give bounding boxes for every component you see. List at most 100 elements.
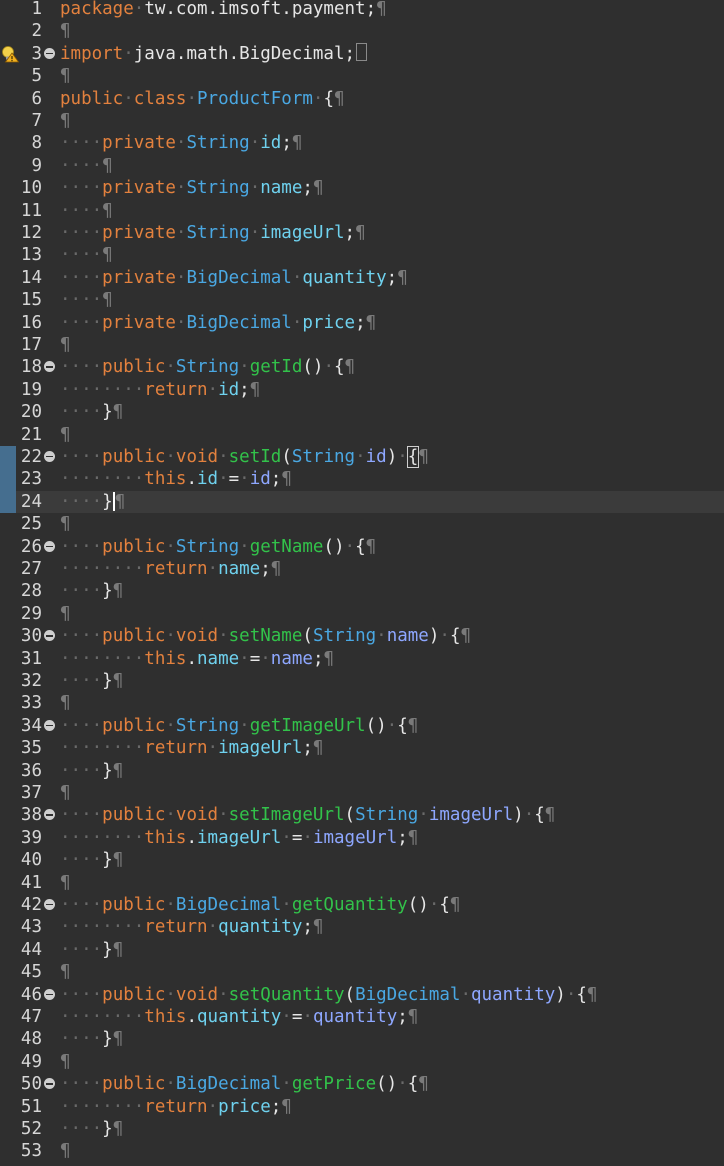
code-line[interactable]: 15 ····¶ xyxy=(0,289,724,311)
code-line[interactable]: 40 ····}¶ xyxy=(0,849,724,871)
code-line[interactable]: 1 package·tw.com.imsoft.payment;¶ xyxy=(0,0,724,20)
code-content[interactable]: ····public·BigDecimal·getPrice()·{¶ xyxy=(60,1073,429,1095)
code-line[interactable]: 43 ········return·quantity;¶ xyxy=(0,916,724,938)
current-line[interactable]: 24 ····} ¶ xyxy=(0,490,724,514)
code-line[interactable]: 21 ¶ xyxy=(0,424,724,446)
code-content[interactable]: ¶ xyxy=(60,65,71,87)
code-line[interactable]: 25 ¶ xyxy=(0,513,724,535)
code-line[interactable]: 3 import·java.math.BigDecimal; xyxy=(0,42,724,65)
code-line[interactable]: 2 ¶ xyxy=(0,20,724,42)
code-line[interactable]: 8 ····private·String·id;¶ xyxy=(0,132,724,154)
code-content[interactable]: ····private·String·name;¶ xyxy=(60,177,323,199)
code-content[interactable]: ¶ xyxy=(60,692,71,714)
code-line[interactable]: 23 ········this.id·=·id;¶ xyxy=(0,468,724,491)
code-line[interactable]: 34 ····public·String·getImageUrl()·{¶ xyxy=(0,715,724,737)
code-content[interactable]: ········return·imageUrl;¶ xyxy=(60,737,323,759)
code-content[interactable]: ····}¶ xyxy=(60,1118,123,1140)
code-content[interactable]: ¶ xyxy=(60,603,71,625)
code-content[interactable]: ····public·void·setImageUrl(String·image… xyxy=(60,804,555,826)
code-content[interactable]: package·tw.com.imsoft.payment;¶ xyxy=(60,0,387,20)
code-content[interactable]: ····private·BigDecimal·quantity;¶ xyxy=(60,267,408,289)
code-line[interactable]: 53 ¶ xyxy=(0,1140,724,1162)
code-line[interactable]: 47 ········this.quantity·=·quantity;¶ xyxy=(0,1006,724,1028)
code-line[interactable]: 41 ¶ xyxy=(0,872,724,894)
code-line[interactable]: 52 ····}¶ xyxy=(0,1118,724,1140)
fold-collapse-icon[interactable] xyxy=(44,899,55,910)
code-line[interactable]: 39 ········this.imageUrl·=·imageUrl;¶ xyxy=(0,827,724,849)
code-line[interactable]: 20 ····}¶ xyxy=(0,401,724,423)
code-line[interactable]: 26 ····public·String·getName()·{¶ xyxy=(0,536,724,558)
code-line[interactable]: 5 ¶ xyxy=(0,65,724,87)
fold-collapse-icon[interactable] xyxy=(44,809,55,821)
code-content[interactable]: ········this.quantity·=·quantity;¶ xyxy=(60,1006,418,1028)
code-line[interactable]: 46 ····public·void·setQuantity(BigDecimal… xyxy=(0,984,724,1006)
code-line[interactable]: 17 ¶ xyxy=(0,334,724,356)
code-content[interactable]: ¶ xyxy=(60,334,71,356)
code-content[interactable]: ····public·BigDecimal·getQuantity()·{¶ xyxy=(60,894,460,916)
fold-collapse-icon[interactable] xyxy=(44,361,55,373)
code-content[interactable]: ····}¶ xyxy=(60,670,123,692)
code-line[interactable]: 35 ········return·imageUrl;¶ xyxy=(0,737,724,759)
code-content[interactable]: import·java.math.BigDecimal; xyxy=(60,42,368,65)
code-line[interactable]: 28 ····}¶ xyxy=(0,580,724,602)
code-content[interactable]: ····private·BigDecimal·price;¶ xyxy=(60,312,376,334)
fold-collapse-icon[interactable] xyxy=(44,540,55,552)
code-line[interactable]: 11 ····¶ xyxy=(0,200,724,222)
code-content[interactable]: ¶ xyxy=(60,513,71,535)
code-content[interactable]: ········return·price;¶ xyxy=(60,1096,292,1118)
code-line[interactable]: 50 ····public·BigDecimal·getPrice()·{¶ xyxy=(0,1073,724,1095)
code-line[interactable]: 27 ········return·name;¶ xyxy=(0,558,724,580)
code-line[interactable]: 19 ········return·id;¶ xyxy=(0,379,724,401)
code-line[interactable]: 37 ¶ xyxy=(0,782,724,804)
code-content[interactable]: ····private·String·imageUrl;¶ xyxy=(60,222,366,244)
code-line[interactable]: 30 ····public·void·setName(String·name)·{… xyxy=(0,625,724,647)
code-content[interactable]: ········return·id;¶ xyxy=(60,379,260,401)
code-content[interactable]: ¶ xyxy=(60,110,71,132)
code-line[interactable]: 29 ¶ xyxy=(0,603,724,625)
fold-collapse-icon[interactable] xyxy=(44,1078,55,1090)
code-line[interactable]: 14 ····private·BigDecimal·quantity;¶ xyxy=(0,267,724,289)
code-content[interactable]: ¶ xyxy=(60,1140,71,1162)
code-line[interactable]: 32 ····}¶ xyxy=(0,670,724,692)
code-content[interactable]: ········this.imageUrl·=·imageUrl;¶ xyxy=(60,827,418,849)
code-content[interactable]: ¶ xyxy=(60,782,71,804)
code-content[interactable]: ····private·String·id;¶ xyxy=(60,132,302,154)
fold-collapse-icon[interactable] xyxy=(44,47,55,59)
code-content[interactable]: ¶ xyxy=(60,961,71,983)
code-line[interactable]: 12 ····private·String·imageUrl;¶ xyxy=(0,222,724,244)
code-content[interactable]: ····public·String·getName()·{¶ xyxy=(60,536,376,558)
code-content[interactable]: ····¶ xyxy=(60,244,113,266)
code-line[interactable]: 49 ¶ xyxy=(0,1051,724,1073)
code-content[interactable]: ····}¶ xyxy=(60,939,123,961)
code-content[interactable]: ········return·quantity;¶ xyxy=(60,916,323,938)
code-line[interactable]: 9 ····¶ xyxy=(0,155,724,177)
code-content[interactable]: ····}¶ xyxy=(60,491,125,513)
code-editor[interactable]: 1 package·tw.com.imsoft.payment;¶ 2 ¶ 3 impor… xyxy=(0,0,724,1166)
code-content[interactable]: ····}¶ xyxy=(60,849,123,871)
code-line[interactable]: 16 ····private·BigDecimal·price;¶ xyxy=(0,312,724,334)
code-line[interactable]: 6 public·class·ProductForm·{¶ xyxy=(0,88,724,110)
code-content[interactable]: ········this.name·=·name;¶ xyxy=(60,648,334,670)
code-content[interactable]: ····public·void·setName(String·name)·{¶ xyxy=(60,625,471,647)
code-line[interactable]: 31 ········this.name·=·name;¶ xyxy=(0,648,724,670)
code-line[interactable]: 51 ········return·price;¶ xyxy=(0,1096,724,1118)
code-content[interactable]: ¶ xyxy=(60,1051,71,1073)
fold-collapse-icon[interactable] xyxy=(44,719,55,731)
code-content[interactable]: ¶ xyxy=(60,20,71,42)
code-content[interactable]: public·class·ProductForm·{¶ xyxy=(60,88,345,110)
code-content[interactable]: ········return·name;¶ xyxy=(60,558,281,580)
code-content[interactable]: ········this.id·=·id;¶ xyxy=(60,468,292,490)
code-content[interactable]: ····}¶ xyxy=(60,401,123,423)
code-line[interactable]: 13 ····¶ xyxy=(0,244,724,266)
folded-imports-box[interactable] xyxy=(356,42,368,61)
code-content[interactable]: ····public·String·getImageUrl()·{¶ xyxy=(60,715,418,737)
code-content[interactable]: ····public·String·getId()·{¶ xyxy=(60,356,355,378)
code-line[interactable]: 7 ¶ xyxy=(0,110,724,132)
code-content[interactable]: ····public·void·setQuantity(BigDecimal·q… xyxy=(60,984,597,1006)
code-content[interactable]: ····}¶ xyxy=(60,760,123,782)
code-content[interactable]: ····¶ xyxy=(60,289,113,311)
code-content[interactable]: ····¶ xyxy=(60,155,113,177)
fold-collapse-icon[interactable] xyxy=(44,451,55,462)
code-content[interactable]: ¶ xyxy=(60,424,71,446)
code-line[interactable]: 42 ····public·BigDecimal·getQuantity()·{¶ xyxy=(0,894,724,916)
